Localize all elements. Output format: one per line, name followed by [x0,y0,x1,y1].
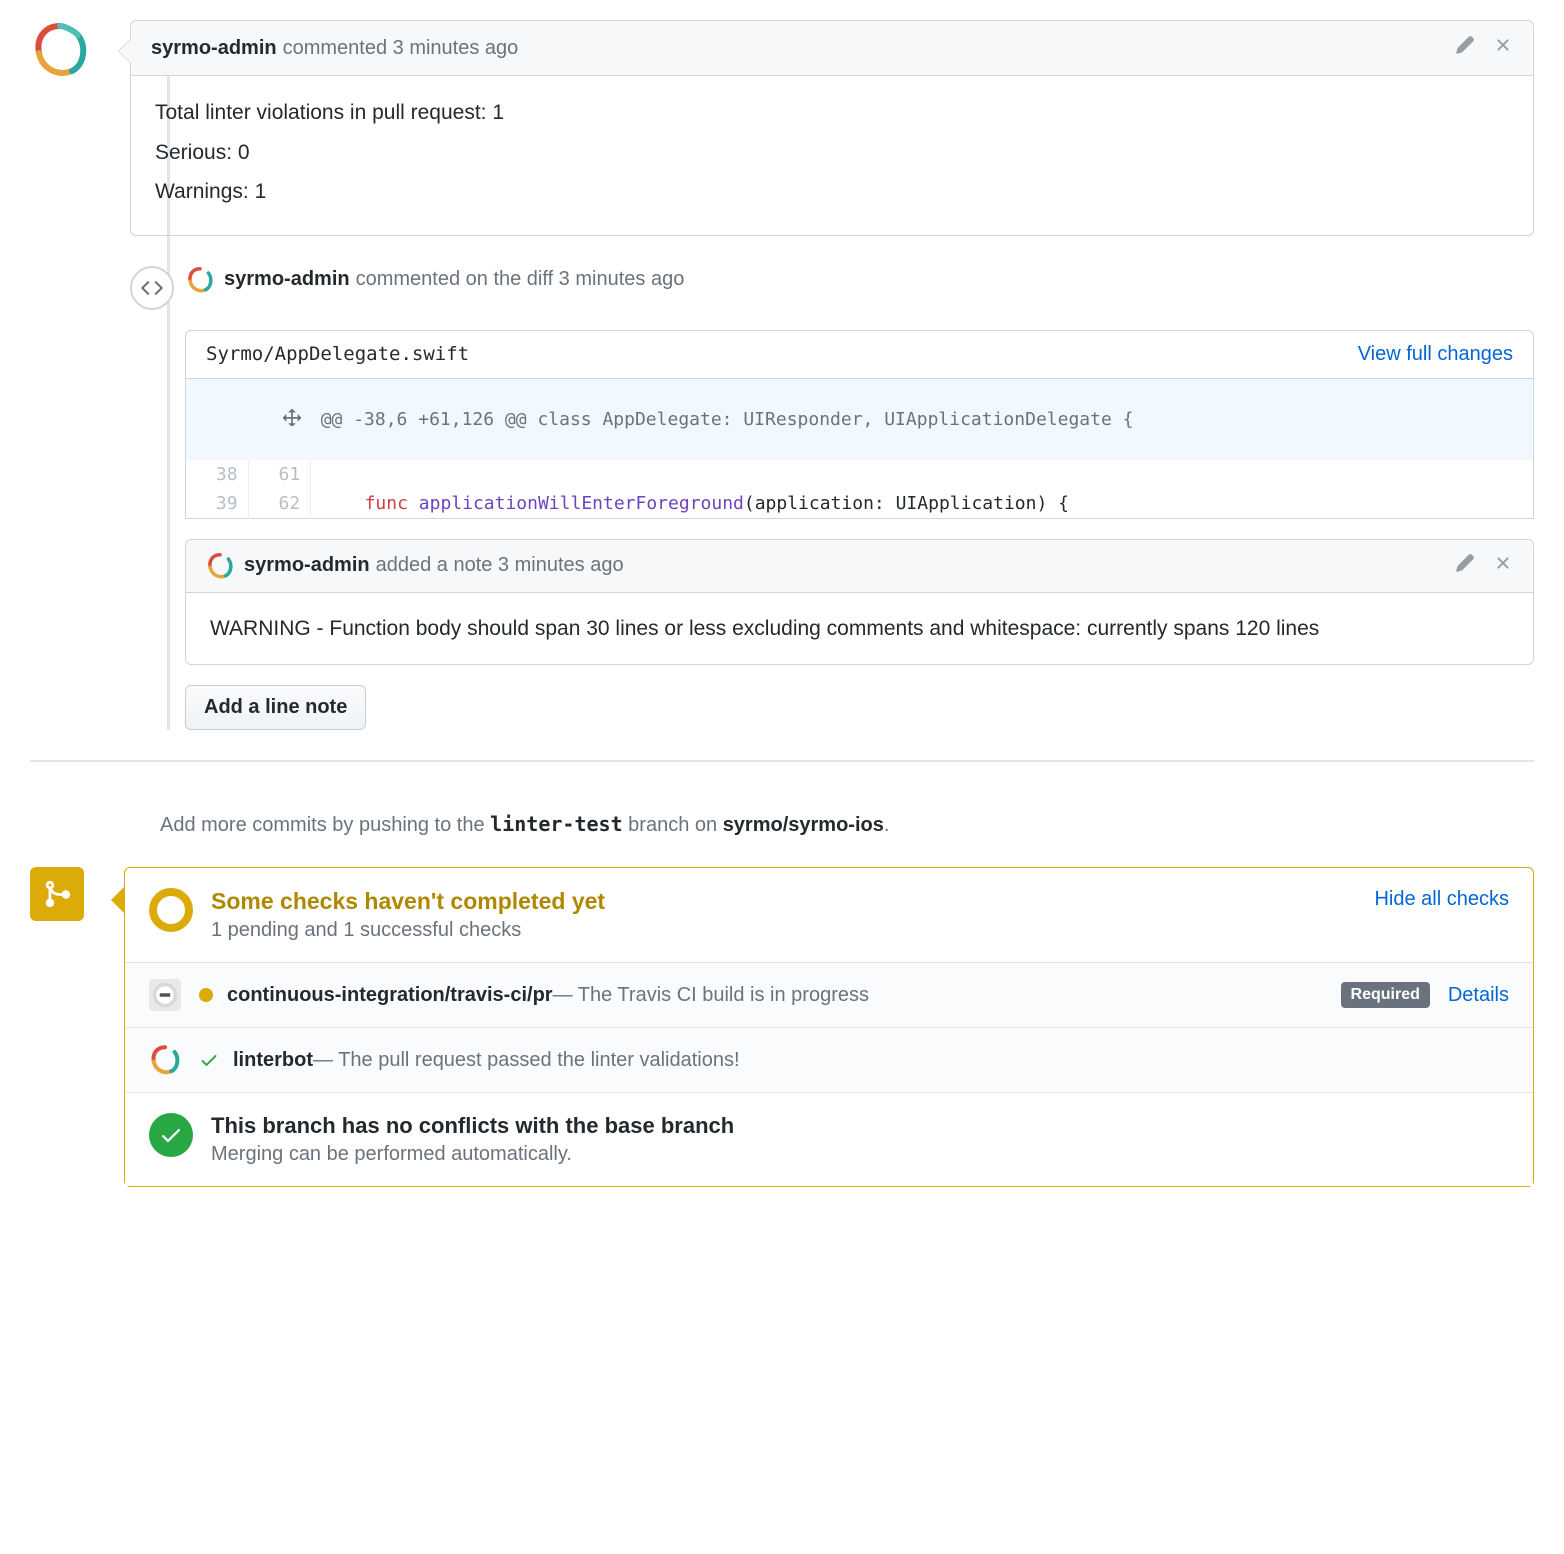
status-pending-dot-icon [199,988,213,1002]
comment-block: syrmo-admin commented 3 minutes ago Tota… [30,20,1534,236]
avatar[interactable] [30,20,90,80]
comment-line: Serious: 0 [155,136,1509,170]
git-merge-icon [30,867,84,921]
line-number-old[interactable]: 38 [186,460,249,489]
diff-table: @@ -38,6 +61,126 @@ class AppDelegate: U… [185,379,1534,519]
swirl-logo-icon [149,1044,181,1076]
check-row: linterbot — The pull request passed the … [125,1027,1533,1092]
travis-avatar [149,979,181,1011]
status-pending-icon [149,888,193,932]
branch-name: linter-test [490,812,622,836]
hunk-header: @@ -38,6 +61,126 @@ class AppDelegate: U… [311,379,1534,460]
code-row: 39 62 func applicationWillEnterForegroun… [186,489,1534,519]
conflict-subtitle: Merging can be performed automatically. [211,1143,734,1166]
merge-header: Some checks haven't completed yet 1 pend… [125,868,1533,962]
note-box: syrmo-admin added a note 3 minutes ago W… [185,539,1534,666]
file-path[interactable]: Syrmo/AppDelegate.swift [206,343,469,365]
swirl-logo-icon [206,552,234,580]
required-badge: Required [1341,982,1430,1008]
linterbot-avatar [149,1044,181,1076]
note-author[interactable]: syrmo-admin [244,554,370,577]
push-hint: Add more commits by pushing to the linte… [160,812,1534,837]
check-name: continuous-integration/travis-ci/pr [227,984,553,1007]
comment-body: Total linter violations in pull request:… [131,76,1533,235]
check-row: continuous-integration/travis-ci/pr — Th… [125,962,1533,1027]
avatar[interactable] [206,552,234,580]
close-icon[interactable] [1493,553,1513,579]
code-diff-icon [130,266,174,310]
hunk-row: @@ -38,6 +61,126 @@ class AppDelegate: U… [186,379,1534,460]
comment-header: syrmo-admin commented 3 minutes ago [131,21,1533,76]
code-line: func applicationWillEnterForeground(appl… [311,489,1534,519]
file-header: Syrmo/AppDelegate.swift View full change… [185,330,1534,379]
diff-container: Syrmo/AppDelegate.swift View full change… [185,330,1534,731]
line-number-new[interactable]: 62 [248,489,311,519]
conflict-title: This branch has no conflicts with the ba… [211,1113,734,1139]
code-line [311,460,1534,489]
details-link[interactable]: Details [1448,984,1509,1007]
diff-author[interactable]: syrmo-admin [224,268,350,291]
merge-box: Some checks haven't completed yet 1 pend… [124,867,1534,1187]
comment-line: Total linter violations in pull request:… [155,96,1509,130]
expand-icon[interactable] [186,379,311,460]
line-number-old[interactable]: 39 [186,489,249,519]
note-meta: added a note 3 minutes ago [376,554,624,577]
note-body: WARNING - Function body should span 30 l… [186,593,1533,665]
conflict-row: This branch has no conflicts with the ba… [125,1092,1533,1186]
comment-box: syrmo-admin commented 3 minutes ago Tota… [130,20,1534,236]
swirl-logo-icon [30,20,90,80]
check-desc: — The pull request passed the linter val… [313,1049,740,1072]
merge-block: Some checks haven't completed yet 1 pend… [30,867,1534,1187]
code-row: 38 61 [186,460,1534,489]
comment-line: Warnings: 1 [155,175,1509,209]
comment-meta: commented 3 minutes ago [283,37,519,60]
repo-name: syrmo/syrmo-ios [723,814,884,836]
check-name: linterbot [233,1049,313,1072]
avatar[interactable] [186,266,214,294]
edit-icon[interactable] [1455,35,1475,61]
diff-meta: commented on the diff 3 minutes ago [356,268,685,291]
note-header: syrmo-admin added a note 3 minutes ago [186,540,1533,593]
diff-event: syrmo-admin commented on the diff 3 minu… [130,266,1534,310]
line-number-new[interactable]: 61 [248,460,311,489]
view-full-changes-link[interactable]: View full changes [1358,343,1513,366]
merge-title: Some checks haven't completed yet [211,888,605,915]
comment-author[interactable]: syrmo-admin [151,37,277,60]
swirl-logo-icon [186,266,214,294]
merge-subtitle: 1 pending and 1 successful checks [211,919,605,942]
check-success-icon [199,1050,219,1070]
close-icon[interactable] [1493,35,1513,61]
edit-icon[interactable] [1455,553,1475,579]
success-circle-icon [149,1113,193,1157]
divider [30,760,1534,762]
hide-all-checks-link[interactable]: Hide all checks [1374,888,1509,911]
check-desc: — The Travis CI build is in progress [553,984,869,1007]
add-line-note-button[interactable]: Add a line note [185,685,366,730]
